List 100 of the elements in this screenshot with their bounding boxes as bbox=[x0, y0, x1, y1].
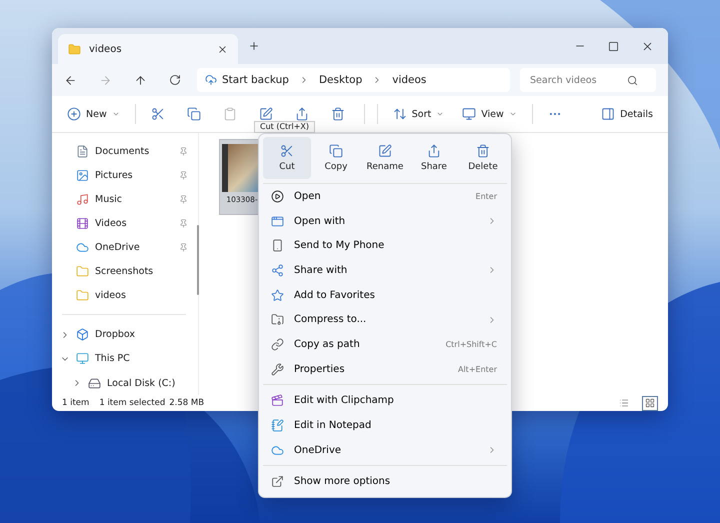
menu-item[interactable]: Copy as path Ctrl+Shift+C bbox=[263, 332, 507, 357]
toolbar-button[interactable]: Sort bbox=[386, 100, 452, 128]
play-icon bbox=[271, 190, 284, 203]
shortcut-text: Ctrl+Shift+C bbox=[446, 340, 497, 349]
close-icon bbox=[217, 44, 228, 54]
shortcut-text: Alt+Enter bbox=[458, 364, 497, 374]
cloud-icon bbox=[205, 74, 217, 86]
search-field[interactable]: Search videos bbox=[528, 74, 627, 86]
menu-label: Edit with Clipchamp bbox=[294, 395, 395, 406]
folder-icon bbox=[76, 289, 89, 302]
toolbar-button[interactable]: New bbox=[60, 100, 127, 128]
nav-item[interactable]: Pictures bbox=[52, 163, 198, 188]
nav-item[interactable]: Videos bbox=[52, 211, 198, 236]
menu-item[interactable]: Properties Alt+Enter bbox=[263, 356, 507, 382]
nav-label: Dropbox bbox=[95, 329, 136, 340]
address-bar[interactable]: Start backup Desktop videos bbox=[197, 68, 510, 92]
nav-item[interactable]: Dropbox bbox=[52, 322, 198, 347]
menu-label: Properties bbox=[294, 364, 346, 375]
menu-label: Share with bbox=[294, 264, 348, 276]
grid-icon bbox=[645, 398, 655, 408]
view-button[interactable] bbox=[642, 396, 658, 410]
plus-circle-icon bbox=[67, 107, 81, 121]
cloud-icon bbox=[76, 240, 89, 254]
scrollbar[interactable] bbox=[197, 225, 199, 295]
nav-label: Pictures bbox=[95, 170, 134, 181]
breadcrumb[interactable]: videos bbox=[392, 74, 426, 86]
caret-icon bbox=[508, 110, 517, 118]
clipboard-icon bbox=[222, 107, 237, 121]
menu-item[interactable]: OneDrive bbox=[263, 438, 507, 462]
panel-icon bbox=[601, 107, 616, 121]
tab-title: videos bbox=[89, 44, 123, 54]
rename-icon bbox=[378, 144, 392, 158]
menu-item[interactable]: Compress to... bbox=[263, 307, 507, 332]
menu-action[interactable]: Delete bbox=[459, 137, 507, 179]
nav-label: Screenshots bbox=[95, 266, 154, 278]
scissors-icon bbox=[150, 107, 165, 121]
menu-action[interactable]: Cut bbox=[263, 137, 311, 179]
menu-label: OneDrive bbox=[294, 444, 342, 456]
notepad-icon bbox=[271, 418, 284, 432]
nav-label: Videos bbox=[95, 218, 128, 229]
folder-icon bbox=[68, 42, 81, 56]
menu-label: Compress to... bbox=[294, 314, 368, 326]
forward-arrow-icon bbox=[99, 74, 112, 86]
details-button[interactable]: Details bbox=[594, 100, 660, 128]
star-icon bbox=[271, 288, 284, 302]
menu-label: Send to My Phone bbox=[294, 240, 386, 252]
app-window-icon bbox=[271, 214, 284, 228]
refresh-icon bbox=[169, 74, 181, 86]
menu-label: Open bbox=[294, 190, 322, 202]
copy-icon bbox=[329, 144, 343, 158]
up-arrow-icon bbox=[134, 74, 147, 86]
nav-item[interactable]: Music bbox=[52, 187, 198, 212]
plus-icon bbox=[248, 40, 260, 52]
menu-action[interactable]: Share bbox=[410, 137, 458, 179]
maximize-icon bbox=[608, 40, 619, 52]
menu-item[interactable]: Add to Favorites bbox=[263, 282, 507, 308]
menu-item[interactable]: Open with bbox=[263, 208, 507, 234]
nav-item[interactable]: videos bbox=[52, 284, 198, 308]
nav-label: Documents bbox=[95, 146, 150, 157]
nav-item[interactable]: Documents bbox=[52, 139, 198, 164]
menu-item[interactable]: Edit in Notepad bbox=[263, 413, 507, 438]
pin-icon bbox=[179, 194, 188, 204]
folder-icon bbox=[76, 265, 89, 278]
cloud-icon bbox=[271, 444, 284, 457]
pin-icon bbox=[179, 146, 188, 156]
menu-item[interactable]: Edit with Clipchamp bbox=[263, 388, 507, 414]
nav-item[interactable]: Screenshots bbox=[52, 260, 198, 284]
menu-item[interactable]: Share with bbox=[263, 258, 507, 283]
item-count: 1 item bbox=[62, 398, 90, 408]
menu-label: Copy as path bbox=[294, 338, 361, 350]
clapperboard-icon bbox=[271, 394, 284, 408]
folder-tab[interactable]: videos bbox=[58, 34, 238, 64]
pin-icon bbox=[179, 218, 188, 228]
menu-item[interactable]: Open Enter bbox=[263, 184, 507, 209]
menu-label: Show more options bbox=[294, 476, 392, 488]
rename-icon bbox=[258, 107, 273, 121]
nav-label: This PC bbox=[95, 353, 130, 364]
nav-item[interactable]: OneDrive bbox=[52, 235, 198, 260]
breadcrumb[interactable]: Start backup bbox=[205, 74, 289, 86]
menu-item[interactable]: Send to My Phone bbox=[263, 233, 507, 258]
monitor-icon bbox=[462, 107, 476, 121]
music-icon bbox=[76, 192, 89, 206]
menu-action[interactable]: Rename bbox=[361, 137, 409, 179]
nav-label: Local Disk (C:) bbox=[107, 378, 176, 388]
nav-item[interactable]: This PC bbox=[52, 346, 198, 371]
film-icon bbox=[76, 216, 89, 230]
toolbar-button[interactable]: View bbox=[455, 100, 524, 128]
search-box[interactable]: Search videos bbox=[520, 68, 656, 92]
search-icon bbox=[627, 74, 638, 86]
archive-icon bbox=[271, 313, 284, 326]
trash-icon bbox=[330, 107, 345, 121]
selection-size: 2.58 MB bbox=[169, 398, 204, 408]
tooltip: Cut (Ctrl+X) bbox=[254, 121, 315, 133]
monitor-icon bbox=[76, 352, 89, 366]
breadcrumb[interactable]: Desktop bbox=[318, 74, 362, 86]
menu-item[interactable]: Show more options bbox=[263, 469, 507, 494]
nav-item[interactable]: Local Disk (C:) bbox=[52, 370, 198, 396]
share-icon bbox=[294, 107, 309, 121]
nav-label: Music bbox=[95, 194, 124, 205]
menu-action[interactable]: Copy bbox=[312, 137, 360, 179]
